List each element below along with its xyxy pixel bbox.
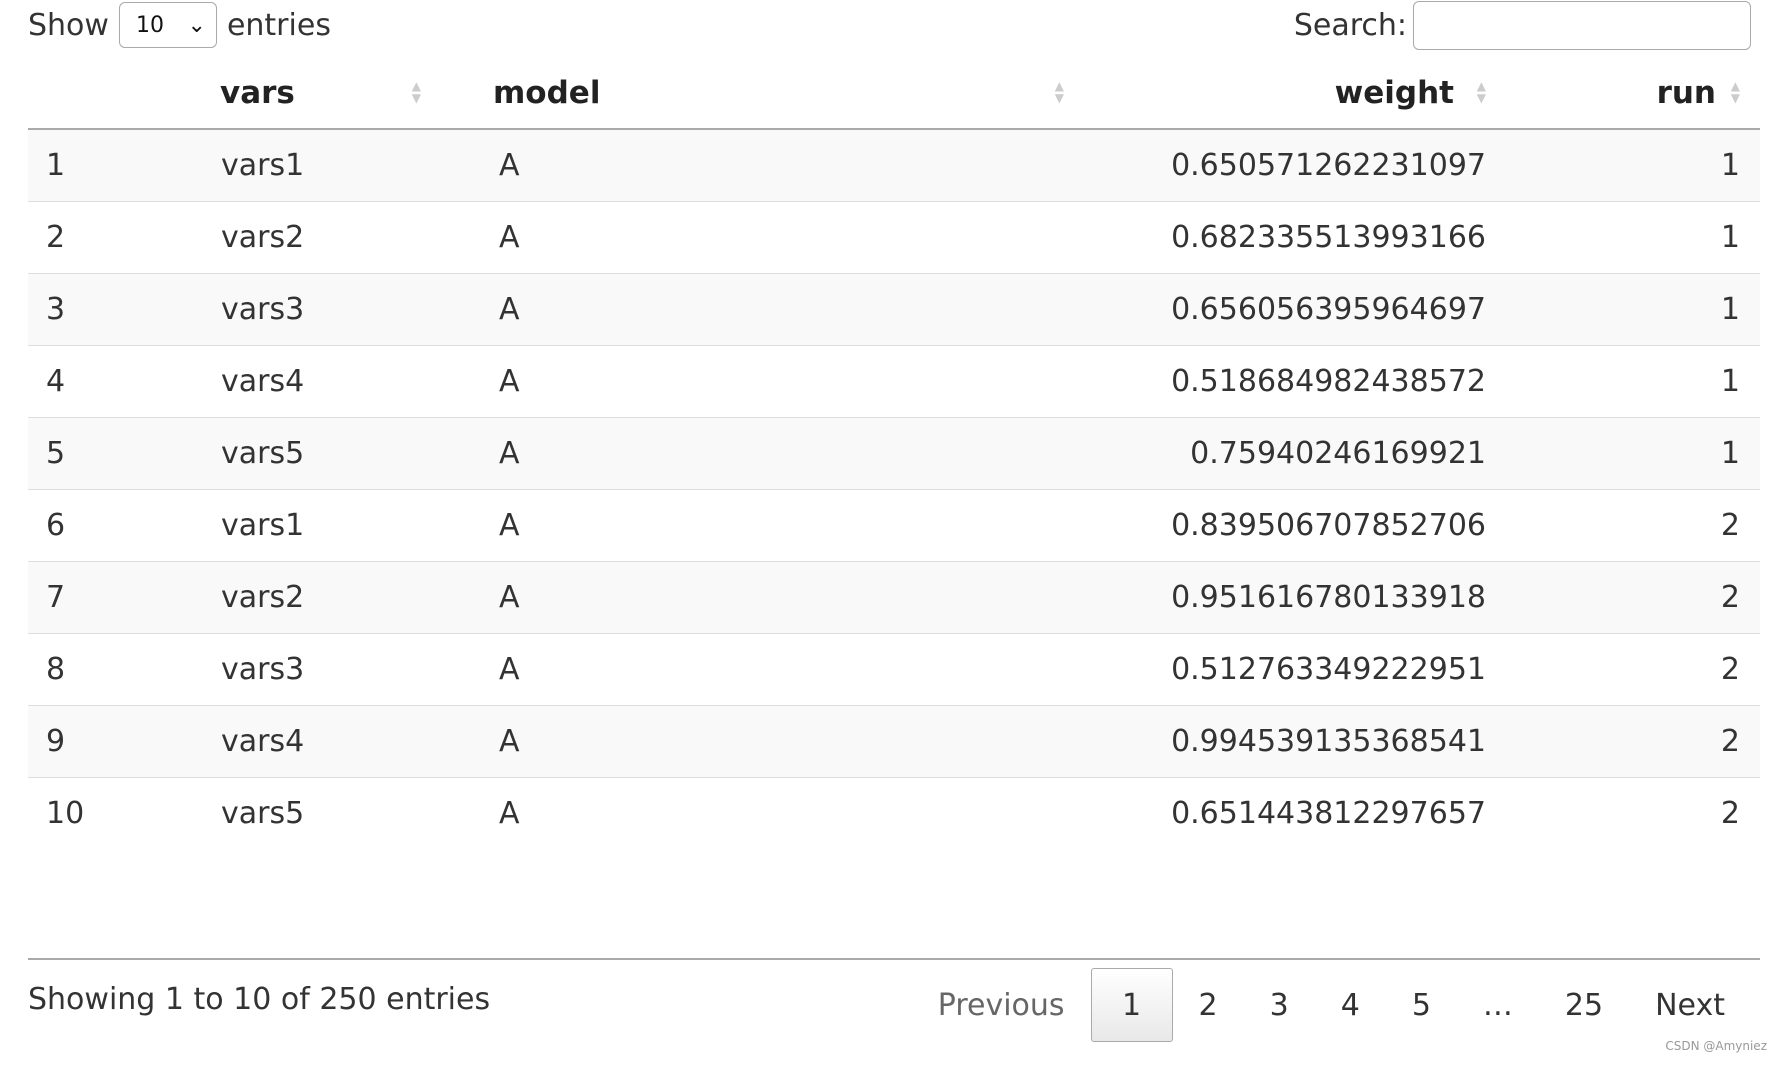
model-cell: A [493, 633, 1086, 706]
run-cell: 2 [1486, 633, 1760, 706]
vars-cell: vars1 [218, 489, 493, 562]
row-index: 1 [28, 128, 218, 202]
run-cell: 2 [1486, 705, 1760, 778]
pagination: Previous 1 2 3 4 5 … 25 Next [912, 968, 1751, 1042]
next-button[interactable]: Next [1629, 969, 1751, 1041]
page-button-2[interactable]: 2 [1173, 969, 1244, 1041]
row-index: 8 [28, 633, 218, 706]
table-row: 1 vars1 A 0.650571262231097 1 [28, 128, 1760, 202]
weight-cell: 0.650571262231097 [1086, 128, 1486, 202]
page-button-4[interactable]: 4 [1315, 969, 1386, 1041]
sort-icon: ▲ ▼ [411, 79, 421, 105]
table-row: 7 vars2 A 0.951616780133918 2 [28, 561, 1760, 634]
model-cell: A [493, 273, 1086, 346]
table-row: 5 vars5 A 0.75940246169921 1 [28, 417, 1760, 490]
entries-per-page-select[interactable]: 10 ⌄ [118, 2, 217, 48]
model-cell: A [493, 705, 1086, 778]
row-index: 9 [28, 705, 218, 778]
vars-cell: vars5 [218, 777, 493, 849]
column-header-vars[interactable]: vars ▲ ▼ [218, 58, 493, 130]
row-index: 10 [28, 777, 218, 849]
weight-cell: 0.75940246169921 [1086, 417, 1486, 490]
column-header-run[interactable]: run ▲ ▼ [1486, 58, 1760, 130]
table-row: 6 vars1 A 0.839506707852706 2 [28, 489, 1760, 562]
column-header-label: run [1656, 75, 1716, 111]
watermark: CSDN @Amyniez [1665, 1039, 1767, 1053]
run-cell: 1 [1486, 273, 1760, 346]
weight-cell: 0.512763349222951 [1086, 633, 1486, 706]
run-cell: 1 [1486, 128, 1760, 202]
weight-cell: 0.994539135368541 [1086, 705, 1486, 778]
table-row: 10 vars5 A 0.651443812297657 2 [28, 777, 1760, 849]
row-index: 3 [28, 273, 218, 346]
weight-cell: 0.682335513993166 [1086, 201, 1486, 274]
table-bottom-divider [28, 958, 1760, 960]
column-header-index [28, 58, 218, 130]
row-index: 2 [28, 201, 218, 274]
column-header-label: weight [1334, 75, 1454, 111]
vars-cell: vars2 [218, 561, 493, 634]
page-button-25[interactable]: 25 [1539, 969, 1629, 1041]
vars-cell: vars1 [218, 128, 493, 202]
page-button-1[interactable]: 1 [1090, 968, 1173, 1042]
chevron-down-icon: ⌄ [187, 12, 206, 38]
table-info: Showing 1 to 10 of 250 entries [28, 982, 491, 1017]
previous-button[interactable]: Previous [912, 969, 1091, 1041]
run-cell: 1 [1486, 201, 1760, 274]
table-row: 8 vars3 A 0.512763349222951 2 [28, 633, 1760, 706]
table-row: 2 vars2 A 0.682335513993166 1 [28, 201, 1760, 274]
pagination-ellipsis: … [1482, 987, 1513, 1023]
weight-cell: 0.518684982438572 [1086, 345, 1486, 418]
model-cell: A [493, 345, 1086, 418]
entries-per-page-value: 10 [135, 12, 164, 38]
table-row: 9 vars4 A 0.994539135368541 2 [28, 705, 1760, 778]
row-index: 4 [28, 345, 218, 418]
vars-cell: vars4 [218, 705, 493, 778]
vars-cell: vars4 [218, 345, 493, 418]
model-cell: A [493, 777, 1086, 849]
row-index: 5 [28, 417, 218, 490]
column-header-model[interactable]: model ▲ ▼ [493, 58, 1086, 130]
model-cell: A [493, 417, 1086, 490]
weight-cell: 0.951616780133918 [1086, 561, 1486, 634]
page-button-3[interactable]: 3 [1244, 969, 1315, 1041]
table-row: 4 vars4 A 0.518684982438572 1 [28, 345, 1760, 418]
weight-cell: 0.839506707852706 [1086, 489, 1486, 562]
show-label: Show [28, 7, 109, 43]
model-cell: A [493, 128, 1086, 202]
row-index: 7 [28, 561, 218, 634]
search-input[interactable] [1413, 0, 1751, 50]
run-cell: 2 [1486, 777, 1760, 849]
weight-cell: 0.656056395964697 [1086, 273, 1486, 346]
row-index: 6 [28, 489, 218, 562]
column-header-label: model [493, 75, 601, 111]
vars-cell: vars2 [218, 201, 493, 274]
sort-icon: ▲ ▼ [1730, 79, 1740, 105]
header-row: vars ▲ ▼ model ▲ ▼ weight ▲ ▼ run ▲ ▼ [28, 58, 1760, 130]
model-cell: A [493, 489, 1086, 562]
run-cell: 2 [1486, 561, 1760, 634]
sort-icon: ▲ ▼ [1054, 79, 1064, 105]
table-row: 3 vars3 A 0.656056395964697 1 [28, 273, 1760, 346]
column-header-label: vars [220, 75, 295, 111]
model-cell: A [493, 561, 1086, 634]
vars-cell: vars5 [218, 417, 493, 490]
data-table: vars ▲ ▼ model ▲ ▼ weight ▲ ▼ run ▲ ▼ 1 vars1 A 0.6… [28, 58, 1760, 849]
column-header-weight[interactable]: weight ▲ ▼ [1086, 58, 1486, 130]
run-cell: 2 [1486, 489, 1760, 562]
run-cell: 1 [1486, 345, 1760, 418]
vars-cell: vars3 [218, 633, 493, 706]
search-label: Search: [1293, 7, 1407, 43]
page-button-5[interactable]: 5 [1386, 969, 1457, 1041]
run-cell: 1 [1486, 417, 1760, 490]
vars-cell: vars3 [218, 273, 493, 346]
sort-icon: ▲ ▼ [1476, 79, 1486, 105]
weight-cell: 0.651443812297657 [1086, 777, 1486, 849]
length-menu: Show 10 ⌄ entries [28, 0, 331, 50]
model-cell: A [493, 201, 1086, 274]
search-filter: Search: [1294, 0, 1751, 50]
entries-label: entries [226, 7, 331, 43]
